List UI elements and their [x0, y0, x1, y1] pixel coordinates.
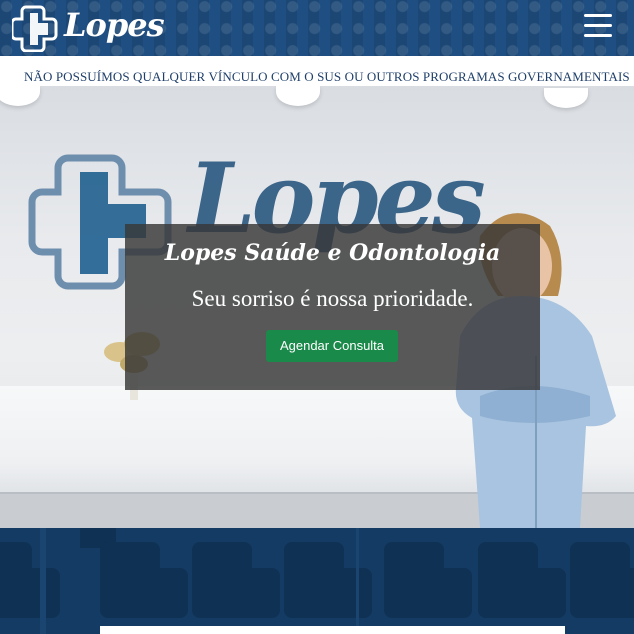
ceiling-lamp [276, 86, 320, 106]
content-card-top [100, 626, 565, 634]
site-header: Lopes [0, 0, 634, 56]
site-logo[interactable]: Lopes [12, 4, 165, 52]
ceiling-lamp [0, 86, 40, 106]
hero-overlay-card: Lopes Saúde e Odontologia Seu sorriso é … [125, 224, 540, 390]
pattern-background [0, 528, 634, 634]
schedule-appointment-button[interactable]: Agendar Consulta [266, 330, 398, 362]
hamburger-menu-icon[interactable] [584, 14, 612, 40]
notice-text: NÃO POSSUÍMOS QUALQUER VÍNCULO COM O SUS… [24, 69, 630, 84]
hero-section: Lopes Lopes Saúde e Odontologia Seu sorr… [0, 86, 634, 528]
notice-bar: NÃO POSSUÍMOS QUALQUER VÍNCULO COM O SUS… [0, 56, 634, 86]
hero-title: Lopes Saúde e Odontologia [164, 240, 501, 266]
footer-pattern [0, 528, 634, 634]
ceiling-lamp [544, 88, 588, 108]
logo-wordmark: Lopes [64, 6, 165, 44]
cross-logo-icon [12, 5, 58, 52]
hero-subtitle: Seu sorriso é nossa prioridade. [191, 286, 474, 311]
